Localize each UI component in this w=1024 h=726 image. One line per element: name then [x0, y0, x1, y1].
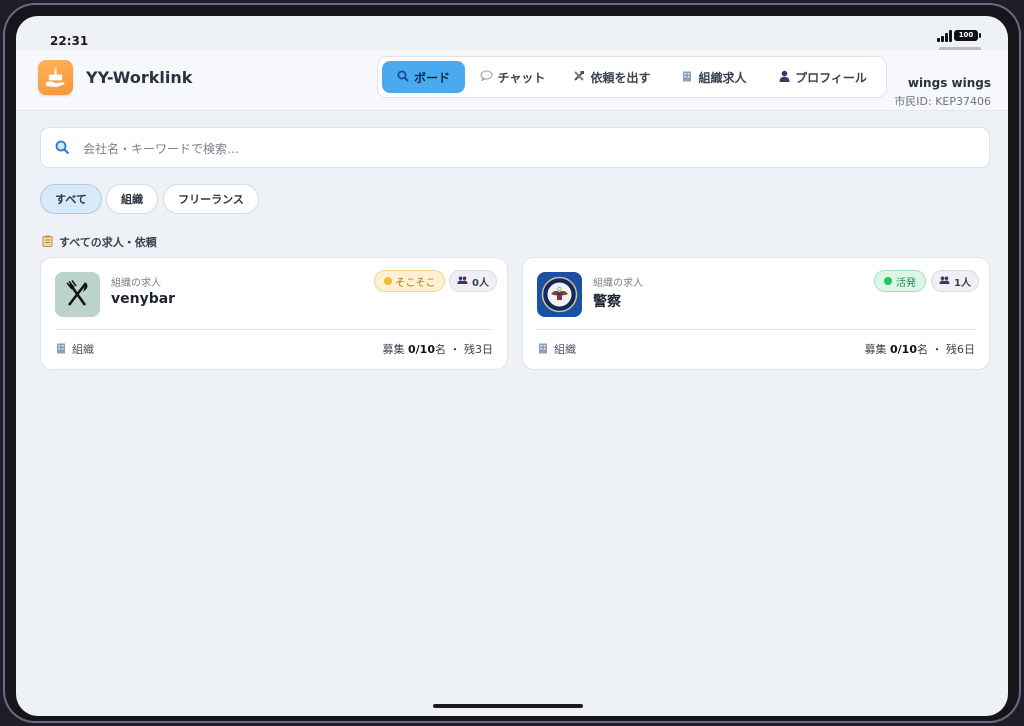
- search-icon: [55, 140, 70, 159]
- citizen-id: 市民ID: KEP37406: [894, 95, 991, 108]
- card-divider: [537, 329, 975, 330]
- section-title: すべての求人・依頼: [42, 234, 157, 250]
- card-kind: 組織の求人: [111, 278, 161, 289]
- seal-icon: [537, 272, 582, 317]
- nav-chat-label: チャット: [497, 70, 546, 85]
- nav-org-jobs-label: 組織求人: [698, 70, 747, 85]
- nav-request[interactable]: 依頼を出す: [562, 61, 662, 93]
- status-badge: そこそこ: [374, 270, 445, 292]
- member-count-badge: 0人: [449, 270, 497, 292]
- status-label: 活発: [896, 277, 916, 289]
- clipboard-icon: [42, 235, 53, 250]
- filter-all[interactable]: すべて: [40, 184, 102, 214]
- card-stats: 募集 0/10名 ・ 残6日: [865, 341, 975, 357]
- battery-icon: 100: [954, 30, 981, 41]
- status-label: そこそこ: [395, 277, 436, 289]
- screen: 22:31 100 YY-Worklink ボード チャット 依頼を出す 組織求…: [16, 16, 1008, 716]
- card-type-label: 組織: [554, 343, 576, 356]
- status-dot: [383, 277, 392, 285]
- card-name: 警察: [593, 294, 621, 310]
- nav-profile-label: プロフィール: [795, 70, 867, 85]
- nav-board[interactable]: ボード: [382, 61, 465, 93]
- filter-organization[interactable]: 組織: [106, 184, 158, 214]
- nav-org-jobs[interactable]: 組織求人: [670, 61, 758, 93]
- building-icon: [681, 70, 693, 85]
- status-time: 22:31: [50, 34, 89, 48]
- app-logo[interactable]: [38, 60, 73, 95]
- recruit-suffix: 名: [917, 343, 928, 356]
- card-name: venybar: [111, 291, 176, 307]
- status-bar: 22:31 100: [16, 16, 1008, 51]
- job-card[interactable]: 組織の求人 venybar そこそこ 0人 組織 募集 0/10名 ・ 残3日: [40, 257, 508, 370]
- search-input[interactable]: [81, 128, 965, 169]
- home-indicator[interactable]: [433, 704, 583, 708]
- card-type: 組織: [537, 341, 576, 357]
- filter-freelance[interactable]: フリーランス: [163, 184, 259, 214]
- fork-knife-icon: [55, 272, 100, 317]
- nav-chat[interactable]: チャット: [470, 61, 555, 93]
- member-count-badge: 1人: [931, 270, 979, 292]
- people-icon: [939, 276, 950, 287]
- nav-profile[interactable]: プロフィール: [766, 61, 880, 93]
- signal-icon: [937, 30, 955, 42]
- member-count: 1人: [954, 277, 971, 289]
- recruit-value: 0/10: [408, 343, 435, 356]
- person-icon: [779, 70, 790, 85]
- recruit-prefix: 募集: [382, 343, 409, 356]
- building-icon: [55, 342, 67, 357]
- stats-separator: ・: [449, 343, 461, 356]
- nav-board-label: ボード: [413, 70, 450, 85]
- card-stats: 募集 0/10名 ・ 残3日: [383, 341, 493, 357]
- speech-bubble-icon: [480, 70, 493, 84]
- card-kind: 組織の求人: [593, 278, 643, 289]
- recruit-suffix: 名: [435, 343, 446, 356]
- nav-request-label: 依頼を出す: [590, 70, 651, 85]
- people-icon: [457, 276, 468, 287]
- user-name[interactable]: wings wings: [908, 76, 991, 90]
- section-title-text: すべての求人・依頼: [59, 236, 157, 249]
- app-title: YY-Worklink: [86, 68, 193, 87]
- header: YY-Worklink ボード チャット 依頼を出す 組織求人 プロフィール w…: [16, 50, 1008, 111]
- job-card[interactable]: 組織の求人 警察 活発 1人 組織 募集 0/10名 ・ 残6日: [522, 257, 990, 370]
- search-icon: [397, 70, 409, 85]
- building-icon: [537, 342, 549, 357]
- cake-hand-icon: [45, 67, 65, 88]
- search-bar: [40, 127, 990, 169]
- recruit-prefix: 募集: [864, 343, 891, 356]
- remaining-days: 残3日: [464, 343, 493, 356]
- stats-separator: ・: [931, 343, 943, 356]
- status-badge: 活発: [874, 270, 926, 292]
- card-type-label: 組織: [72, 343, 94, 356]
- tools-icon: [573, 70, 585, 85]
- card-divider: [55, 329, 493, 330]
- card-type: 組織: [55, 341, 94, 357]
- device-frame: 22:31 100 YY-Worklink ボード チャット 依頼を出す 組織求…: [3, 3, 1021, 723]
- top-nav: ボード チャット 依頼を出す 組織求人 プロフィール: [377, 56, 887, 98]
- status-dot: [884, 277, 892, 285]
- recruit-value: 0/10: [890, 343, 917, 356]
- remaining-days: 残6日: [946, 343, 975, 356]
- member-count: 0人: [472, 277, 489, 289]
